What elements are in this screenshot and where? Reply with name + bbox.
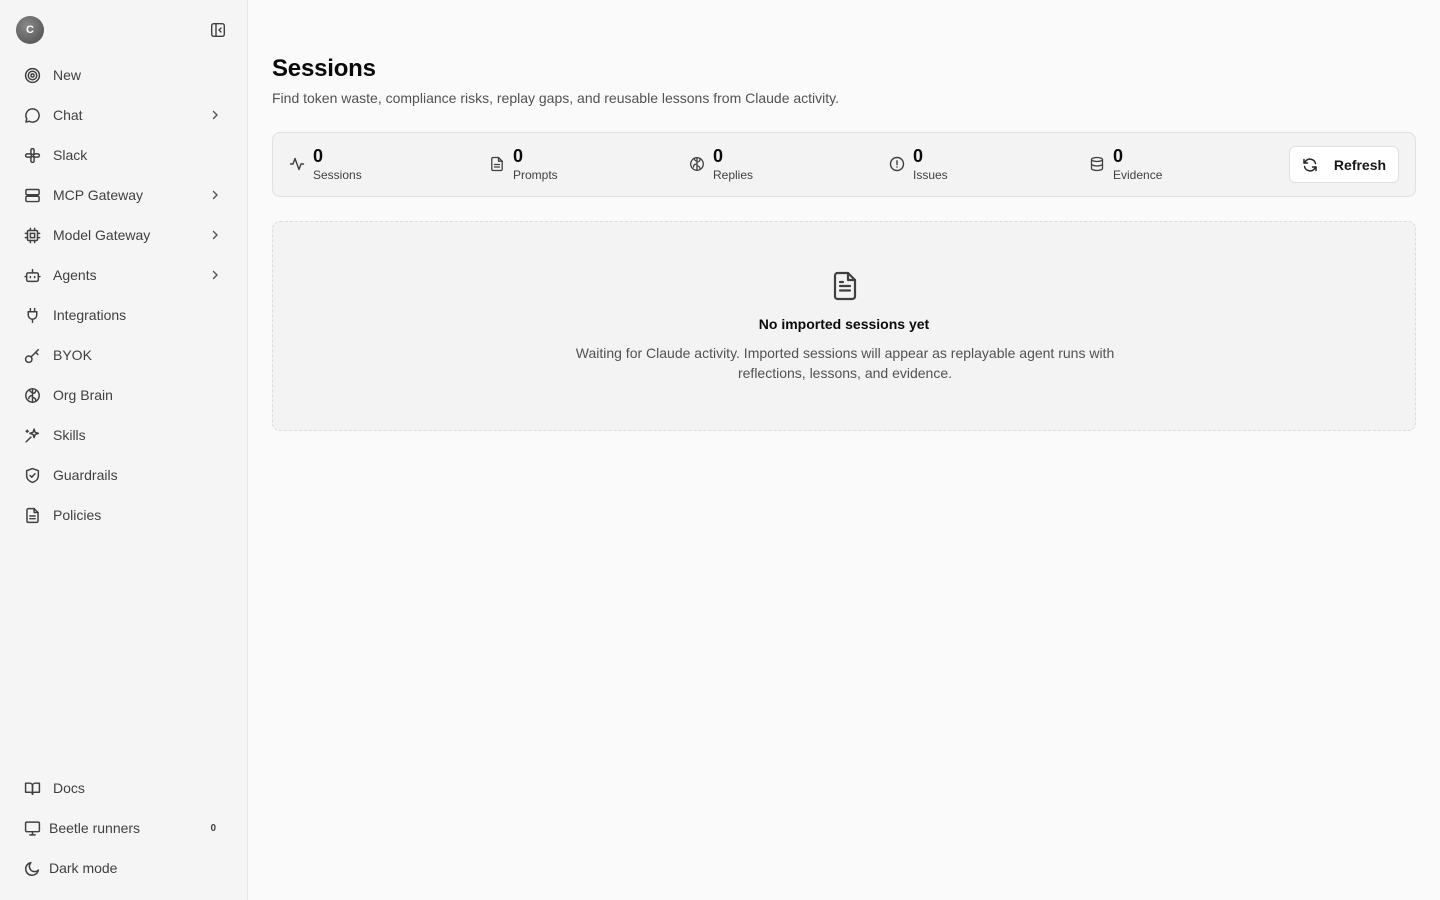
sidebar-item-org-brain[interactable]: Org Brain xyxy=(12,375,236,415)
file-text-icon xyxy=(24,507,41,524)
database-icon xyxy=(1089,156,1105,172)
sidebar-item-label: Agents xyxy=(53,267,97,283)
sidebar-item-chat[interactable]: Chat xyxy=(12,95,236,135)
bot-icon xyxy=(24,267,41,284)
activity-icon xyxy=(289,156,305,172)
cpu-icon xyxy=(24,227,41,244)
file-text-icon xyxy=(489,156,505,172)
chevron-right-icon xyxy=(208,228,222,242)
sparkle-icon xyxy=(24,427,41,444)
docs-label: Docs xyxy=(53,780,85,796)
sidebar-footer: Docs Beetle runners 0 Dark mode xyxy=(12,768,236,888)
slack-icon xyxy=(24,147,41,164)
empty-state: No imported sessions yet Waiting for Cla… xyxy=(272,221,1416,431)
sidebar-item-mcp-gateway[interactable]: MCP Gateway xyxy=(12,175,236,215)
empty-state-text: Waiting for Claude activity. Imported se… xyxy=(575,345,1115,381)
chevron-right-icon xyxy=(208,188,222,202)
stat-label: Prompts xyxy=(513,168,558,182)
brain-icon xyxy=(24,387,41,404)
stat-evidence: 0 Evidence xyxy=(1089,145,1162,183)
monitor-icon xyxy=(24,820,41,837)
collapse-sidebar-button[interactable] xyxy=(208,20,228,40)
brain-icon xyxy=(689,156,705,172)
panel-left-icon xyxy=(210,22,226,38)
stat-replies: 0 Replies xyxy=(689,145,753,183)
sidebar-nav: New Chat Slack MCP Gateway Model Gateway… xyxy=(12,55,236,535)
chat-icon xyxy=(24,107,41,124)
sidebar-item-slack[interactable]: Slack xyxy=(12,135,236,175)
empty-state-title: No imported sessions yet xyxy=(758,316,930,332)
stat-value: 0 xyxy=(313,146,324,166)
stat-value: 0 xyxy=(513,146,524,166)
sidebar-item-label: Org Brain xyxy=(53,387,113,403)
stat-label: Evidence xyxy=(1113,168,1163,182)
stats-bar: 0 Sessions 0 Prompts 0 Replies 0 Issues … xyxy=(272,132,1416,197)
sidebar-item-label: Policies xyxy=(53,507,102,523)
docs-link[interactable]: Docs xyxy=(12,768,236,808)
sidebar-item-label: Chat xyxy=(53,107,83,123)
stat-label: Issues xyxy=(913,168,948,182)
avatar[interactable]: C xyxy=(16,16,44,44)
refresh-icon xyxy=(1302,157,1318,173)
beetle-runners-label: Beetle runners xyxy=(49,820,141,836)
book-open-icon xyxy=(24,780,41,797)
sidebar-item-label: Integrations xyxy=(53,307,127,323)
runners-count-badge: 0 xyxy=(210,822,216,834)
shield-check-icon xyxy=(24,467,41,484)
page-title: Sessions xyxy=(272,55,376,82)
moon-icon xyxy=(24,860,41,877)
chevron-right-icon xyxy=(208,108,222,122)
alert-circle-icon xyxy=(889,156,905,172)
page-subtitle: Find token waste, compliance risks, repl… xyxy=(272,90,840,106)
stat-prompts: 0 Prompts xyxy=(489,145,558,183)
plug-icon xyxy=(24,307,41,324)
sidebar-item-integrations[interactable]: Integrations xyxy=(12,295,236,335)
sidebar-item-label: Slack xyxy=(53,147,88,163)
stat-issues: 0 Issues xyxy=(889,145,948,183)
beetle-runners-item[interactable]: Beetle runners 0 xyxy=(12,808,236,848)
sidebar-header: C xyxy=(0,0,247,60)
sidebar-item-label: Guardrails xyxy=(53,467,118,483)
stat-label: Replies xyxy=(713,168,754,182)
sidebar-item-new[interactable]: New xyxy=(12,55,236,95)
stat-value: 0 xyxy=(1113,146,1124,166)
stat-value: 0 xyxy=(913,146,924,166)
stat-sessions: 0 Sessions xyxy=(289,145,362,183)
sidebar-item-guardrails[interactable]: Guardrails xyxy=(12,455,236,495)
sidebar-item-label: MCP Gateway xyxy=(53,187,143,203)
sidebar-item-label: New xyxy=(53,67,82,83)
file-text-icon xyxy=(829,270,861,302)
sidebar-item-label: Skills xyxy=(53,427,86,443)
stat-label: Sessions xyxy=(313,168,362,182)
target-icon xyxy=(24,67,41,84)
refresh-label: Refresh xyxy=(1333,156,1387,173)
sidebar-item-policies[interactable]: Policies xyxy=(12,495,236,535)
sidebar-item-byok[interactable]: BYOK xyxy=(12,335,236,375)
refresh-button[interactable]: Refresh xyxy=(1289,146,1399,183)
dark-mode-toggle[interactable]: Dark mode xyxy=(12,848,236,888)
server-icon xyxy=(24,187,41,204)
sidebar: C New Chat Slack MCP Gateway Model Gatew… xyxy=(0,0,248,900)
dark-mode-label: Dark mode xyxy=(49,860,118,876)
sidebar-item-agents[interactable]: Agents xyxy=(12,255,236,295)
sidebar-item-skills[interactable]: Skills xyxy=(12,415,236,455)
sidebar-item-label: Model Gateway xyxy=(53,227,151,243)
chevron-right-icon xyxy=(208,268,222,282)
stat-value: 0 xyxy=(713,146,724,166)
sidebar-item-model-gateway[interactable]: Model Gateway xyxy=(12,215,236,255)
sidebar-item-label: BYOK xyxy=(53,347,92,363)
key-icon xyxy=(24,347,41,364)
